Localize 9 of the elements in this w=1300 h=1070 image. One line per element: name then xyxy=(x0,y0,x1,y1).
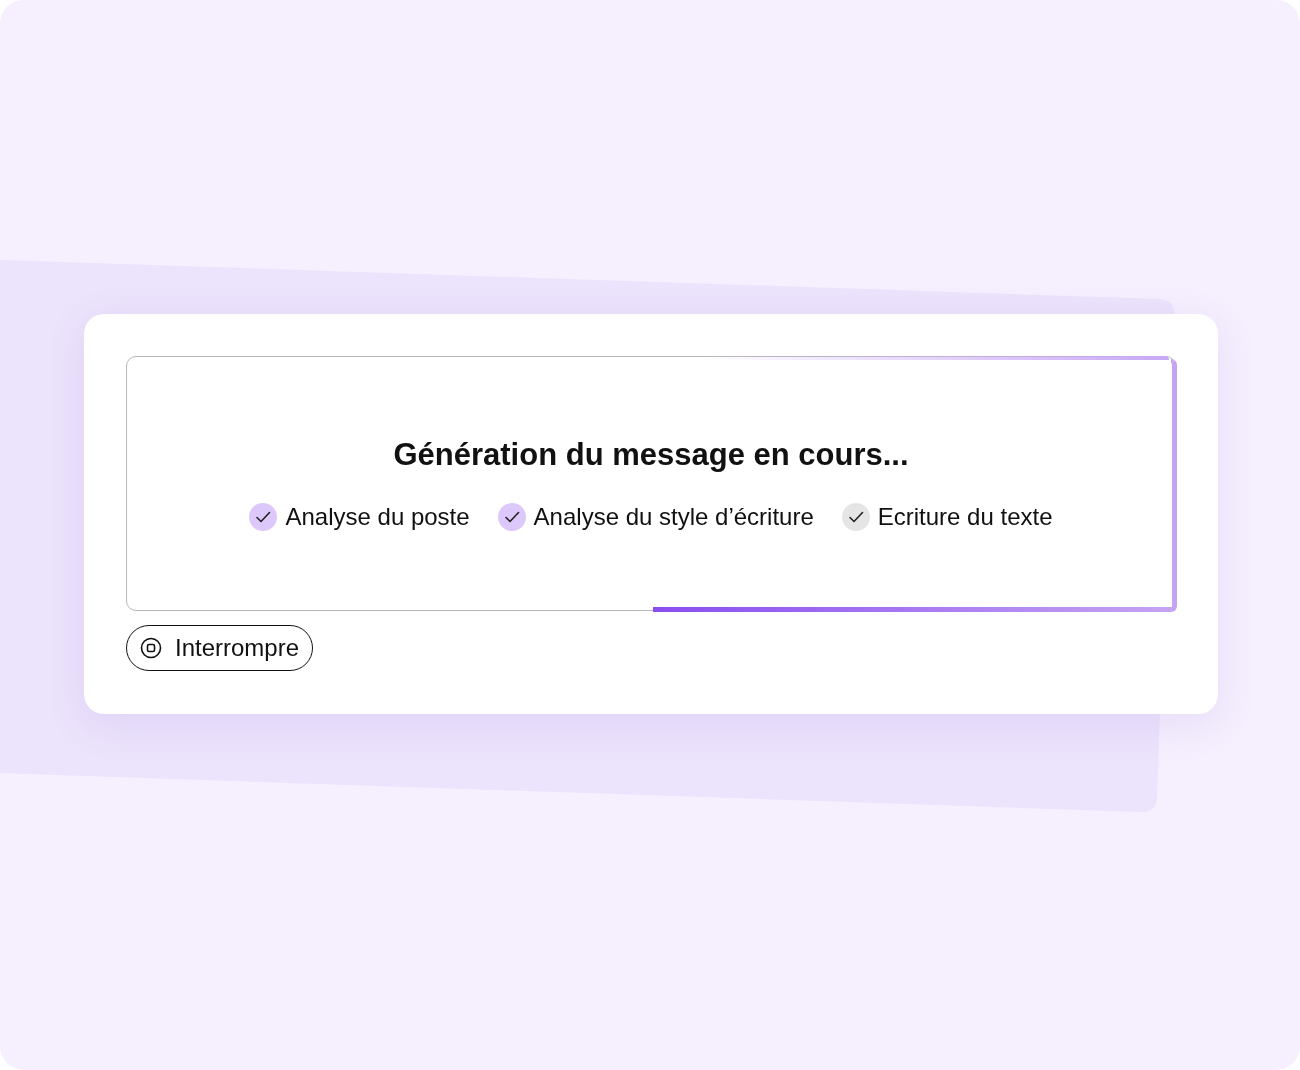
status-title: Génération du message en cours... xyxy=(393,436,909,473)
step-label: Analyse du poste xyxy=(285,502,470,531)
stop-icon xyxy=(139,636,163,660)
stop-button[interactable]: Interrompre xyxy=(126,625,314,671)
check-icon xyxy=(249,502,278,531)
step-label: Ecriture du texte xyxy=(877,502,1053,531)
check-icon xyxy=(841,502,870,531)
step-label: Analyse du style d’écriture xyxy=(533,502,814,531)
check-icon xyxy=(497,502,526,531)
